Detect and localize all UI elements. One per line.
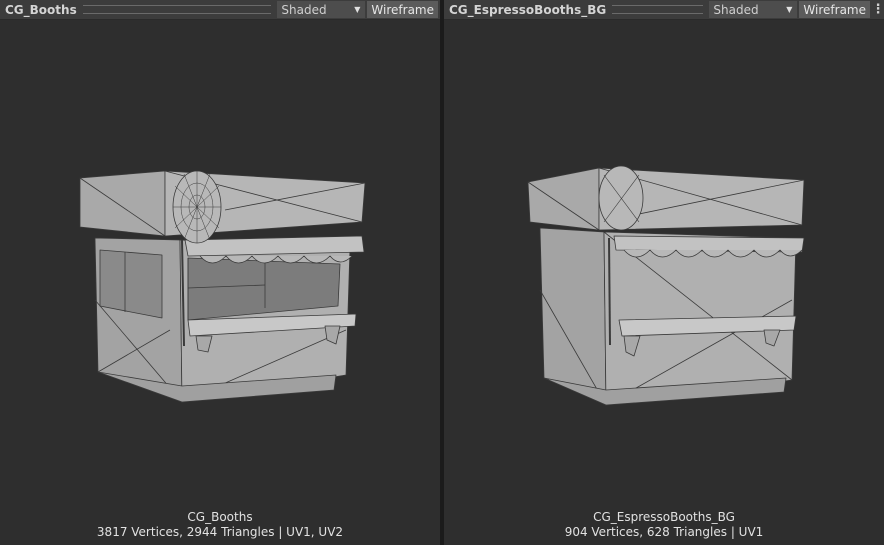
preview-title: CG_Booths [5, 2, 77, 17]
mesh-stats: 3817 Vertices, 2944 Triangles | UV1, UV2 [96, 525, 344, 539]
preview-title: CG_EspressoBooths_BG [449, 2, 607, 17]
shading-mode-dropdown[interactable]: Shaded ▼ [277, 1, 366, 18]
mesh-info: CG_EspressoBooths_BG 904 Vertices, 628 T… [444, 510, 884, 540]
roof-front-face [527, 167, 600, 231]
kebab-menu-icon[interactable]: ⋮ [872, 1, 884, 18]
wireframe-toggle-button[interactable]: Wireframe [799, 1, 870, 18]
mesh-info: CG_Booths 3817 Vertices, 2944 Triangles … [0, 510, 440, 540]
preview-header: CG_EspressoBooths_BG Shaded ▼ Wireframe … [444, 0, 884, 20]
wireframe-toggle-button[interactable]: Wireframe [367, 1, 438, 18]
drag-handle[interactable] [612, 5, 704, 14]
preview-panel-right: CG_EspressoBooths_BG Shaded ▼ Wireframe … [444, 0, 884, 545]
mesh-name: CG_Booths [187, 510, 253, 524]
chevron-down-icon: ▼ [786, 5, 793, 14]
shading-mode-dropdown[interactable]: Shaded ▼ [709, 1, 798, 18]
mesh-name: CG_EspressoBooths_BG [593, 510, 735, 524]
mesh-viewport[interactable] [444, 20, 884, 510]
awning [613, 235, 805, 253]
awning [184, 235, 365, 257]
body-front-face [539, 227, 607, 406]
shading-mode-value: Shaded [713, 2, 759, 17]
preview-header: CG_Booths Shaded ▼ Wireframe [0, 0, 440, 20]
drag-handle[interactable] [82, 5, 272, 14]
preview-panel-left: CG_Booths Shaded ▼ Wireframe CG_Booths 3… [0, 0, 440, 545]
side-window [99, 249, 163, 319]
roof-front-face [79, 170, 166, 237]
chevron-down-icon: ▼ [354, 5, 361, 14]
mesh-viewport[interactable] [0, 20, 440, 510]
shading-mode-value: Shaded [281, 2, 327, 17]
mesh-stats: 904 Vertices, 628 Triangles | UV1 [564, 525, 764, 539]
